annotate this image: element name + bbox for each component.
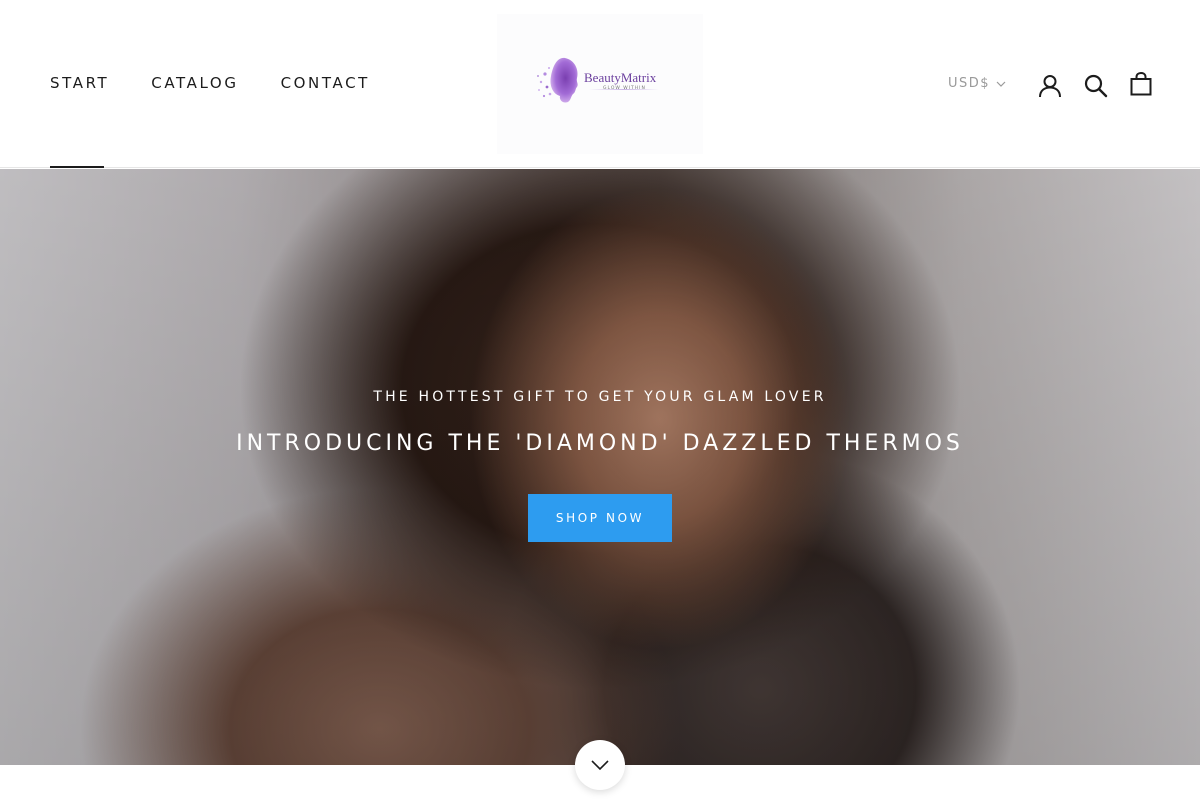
hero-subtitle: THE HOTTEST GIFT TO GET YOUR GLAM LOVER bbox=[373, 389, 827, 405]
currency-selector[interactable]: USD$ bbox=[948, 76, 1006, 91]
account-icon bbox=[1039, 75, 1061, 98]
nav-contact-link[interactable]: CONTACT bbox=[281, 72, 370, 94]
brand-name: BeautyMatrix bbox=[584, 70, 657, 85]
main-nav: START CATALOG CONTACT bbox=[50, 72, 370, 94]
cart-bag-icon bbox=[1130, 71, 1152, 96]
hero-image-overlay bbox=[0, 169, 1200, 765]
search-button[interactable] bbox=[1083, 73, 1109, 99]
hero-banner: THE HOTTEST GIFT TO GET YOUR GLAM LOVER … bbox=[0, 169, 1200, 765]
cart-button[interactable] bbox=[1128, 71, 1154, 97]
nav-catalog-link[interactable]: CATALOG bbox=[151, 72, 238, 94]
face-profile-logo-icon bbox=[537, 57, 578, 103]
active-nav-indicator bbox=[50, 166, 104, 168]
nav-start-link[interactable]: START bbox=[50, 72, 109, 94]
search-icon bbox=[1084, 74, 1108, 98]
shop-now-button[interactable]: SHOP NOW bbox=[528, 494, 672, 542]
account-button[interactable] bbox=[1037, 73, 1063, 99]
currency-label: USD$ bbox=[948, 76, 991, 91]
brand-tagline: GLOW WITHIN bbox=[603, 86, 646, 91]
brand-logo[interactable]: BeautyMatrix GLOW WITHIN bbox=[497, 14, 703, 154]
scroll-down-button[interactable] bbox=[575, 740, 625, 790]
chevron-down-icon bbox=[591, 760, 609, 771]
chevron-down-icon bbox=[996, 81, 1006, 87]
hero-title: INTRODUCING THE 'DIAMOND' DAZZLED THERMO… bbox=[236, 431, 964, 456]
site-header: START CATALOG CONTACT BeautyMatrix GLOW … bbox=[0, 0, 1200, 168]
